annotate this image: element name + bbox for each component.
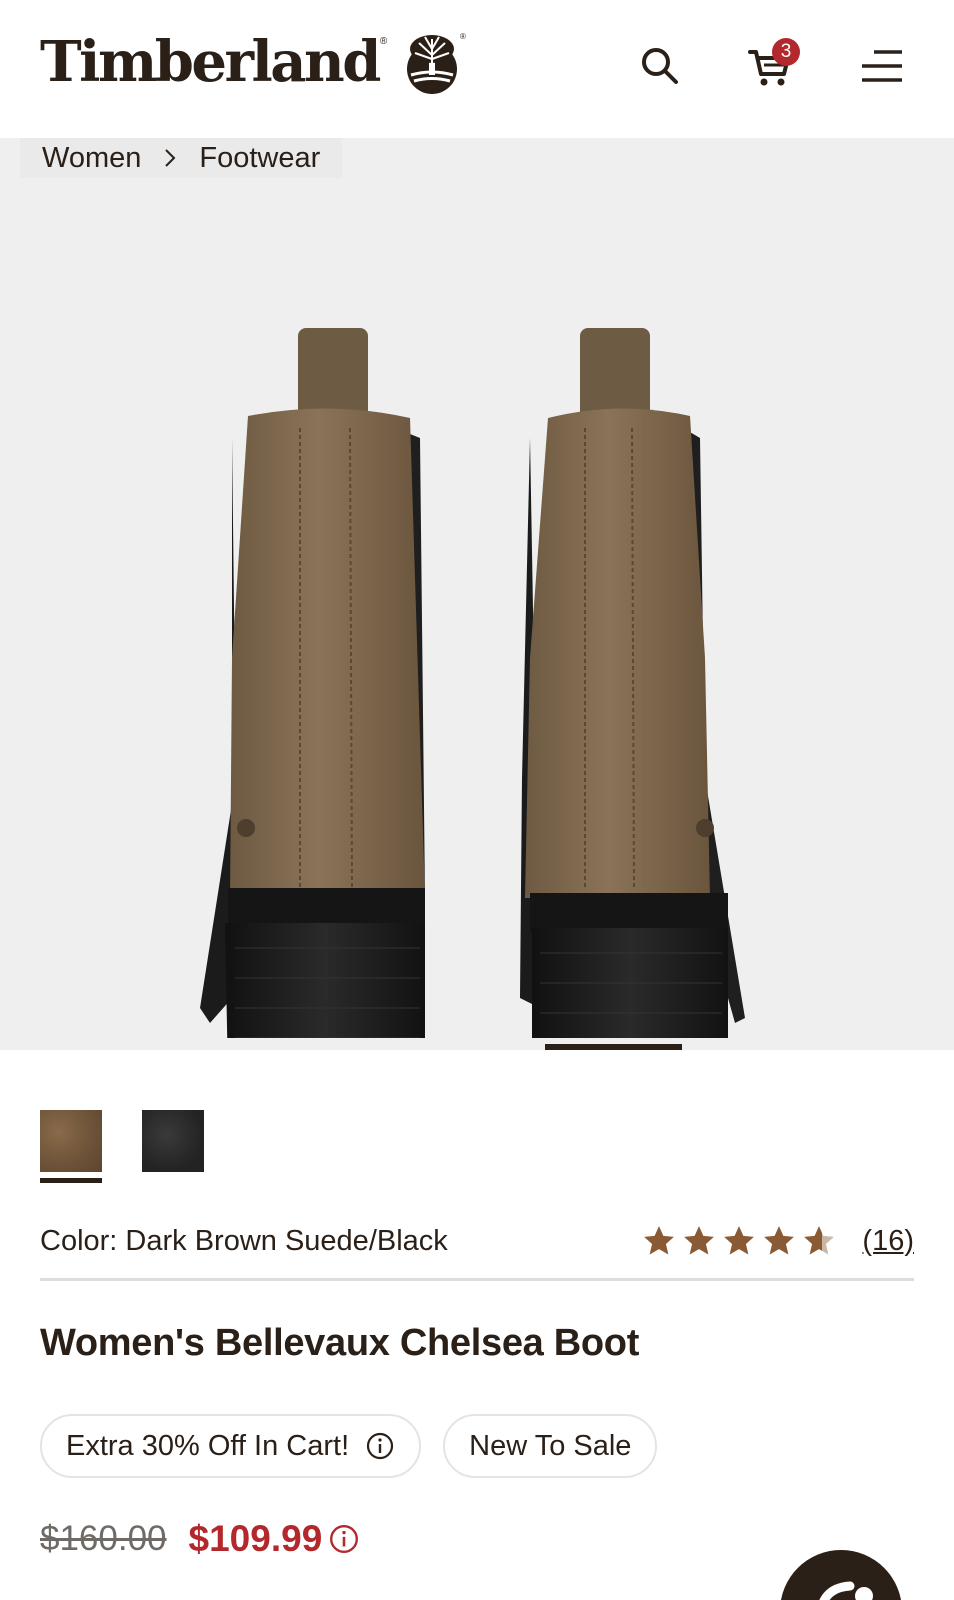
- star-icon: [644, 1226, 675, 1255]
- price-info-icon[interactable]: [328, 1523, 360, 1555]
- slide-indicator[interactable]: [545, 1044, 682, 1050]
- selected-swatch-underline: [40, 1178, 102, 1183]
- star-icon: [684, 1226, 715, 1255]
- breadcrumb-link-women[interactable]: Women: [42, 142, 141, 175]
- brand-wordmark: Timberland: [40, 29, 381, 95]
- menu-icon: [862, 50, 902, 82]
- original-price: $160.00: [40, 1519, 167, 1558]
- menu-button[interactable]: [852, 36, 912, 96]
- promo-badge[interactable]: Extra 30% Off In Cart!: [40, 1414, 422, 1478]
- price-row: $160.00 $109.99: [40, 1518, 360, 1560]
- search-icon: [642, 48, 678, 84]
- status-badge-label: New To Sale: [469, 1429, 632, 1462]
- chat-button[interactable]: [780, 1550, 902, 1600]
- star-rating: [642, 1224, 836, 1258]
- product-badges: Extra 30% Off In Cart! New To Sale: [40, 1414, 658, 1478]
- product-title: Women's Bellevaux Chelsea Boot: [40, 1322, 640, 1364]
- product-rating[interactable]: (16): [642, 1224, 914, 1258]
- product-image: [200, 328, 745, 1038]
- swatch-black[interactable]: [142, 1110, 204, 1172]
- review-count-link[interactable]: (16): [862, 1225, 914, 1258]
- brand-logo[interactable]: Timberland ® ®: [40, 24, 467, 100]
- registered-mark: ®: [379, 36, 388, 47]
- right-boot: [520, 328, 745, 1038]
- star-icon: [764, 1226, 795, 1255]
- site-header: Timberland ® ® 3: [0, 0, 954, 138]
- tree-logo-icon: ®: [407, 32, 466, 94]
- selected-color-label: Color: Dark Brown Suede/Black: [40, 1224, 448, 1257]
- breadcrumb: Women Footwear: [20, 138, 343, 178]
- product-image-gallery[interactable]: Women Footwear: [0, 138, 954, 1050]
- left-boot: [200, 328, 425, 1038]
- cart-count-badge: 3: [772, 38, 800, 66]
- color-rating-row: Color: Dark Brown Suede/Black (16): [40, 1218, 914, 1264]
- star-half-icon: [804, 1226, 835, 1255]
- sale-price: $109.99: [188, 1518, 323, 1559]
- svg-text:®: ®: [460, 32, 466, 41]
- info-icon[interactable]: [365, 1431, 395, 1461]
- section-divider: [40, 1278, 914, 1281]
- swatch-dark-brown-suede[interactable]: [40, 1110, 102, 1183]
- cart-button[interactable]: 3: [740, 36, 800, 96]
- breadcrumb-link-footwear[interactable]: Footwear: [199, 142, 320, 175]
- promo-badge-label: Extra 30% Off In Cart!: [66, 1429, 350, 1462]
- search-button[interactable]: [630, 36, 690, 96]
- status-badge: New To Sale: [443, 1414, 658, 1478]
- chat-icon: [819, 1581, 873, 1600]
- chevron-right-icon: [163, 147, 177, 169]
- star-icon: [724, 1226, 755, 1255]
- color-swatches: [40, 1110, 204, 1183]
